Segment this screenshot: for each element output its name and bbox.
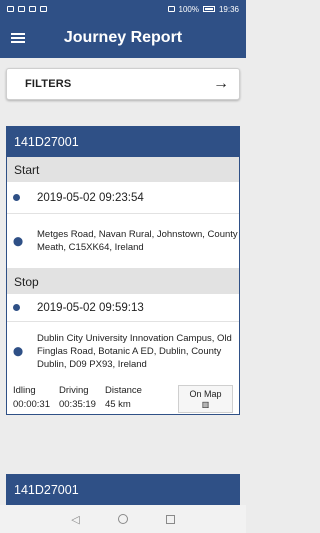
clock-icon — [13, 193, 27, 203]
journey-stats: Idling 00:00:31 Driving 00:35:19 Distanc… — [7, 380, 239, 414]
vehicle-id: 141D27001 — [7, 127, 239, 157]
location-pin-icon: ⬤ — [13, 235, 24, 246]
journey-card: 141D27001 — [6, 474, 240, 506]
wifi-icon — [18, 6, 25, 12]
idling-stat: Idling 00:00:31 — [13, 385, 50, 410]
map-icon: ▥ — [201, 400, 210, 409]
status-icons-left — [7, 6, 47, 12]
distance-stat: Distance 45 km — [105, 385, 142, 410]
hamburger-icon — [11, 33, 25, 43]
distance-label: Distance — [104, 385, 142, 396]
recent-apps-icon[interactable] — [165, 514, 175, 524]
start-heading: Start — [7, 157, 239, 182]
stop-time-row: 2019-05-02 09:59:13 — [7, 294, 239, 322]
home-icon[interactable] — [117, 514, 128, 524]
start-time-row: 2019-05-02 09:23:54 — [7, 182, 239, 214]
status-bar: 100% 19:36 — [0, 0, 246, 18]
page-title: Journey Report — [63, 29, 183, 46]
system-nav-bar: ◁ — [0, 505, 246, 533]
on-map-label: On Map — [189, 389, 222, 399]
status-icons-right: 100% 19:36 — [167, 4, 239, 14]
start-address: Metges Road, Navan Rural, Johnstown, Cou… — [37, 229, 238, 253]
idling-value: 00:00:31 — [13, 399, 50, 410]
distance-value: 45 km — [104, 399, 131, 410]
start-time: 2019-05-02 09:23:54 — [37, 191, 144, 204]
battery-icon — [202, 6, 215, 12]
stop-time: 2019-05-02 09:59:13 — [37, 301, 144, 314]
stop-heading: Stop — [7, 269, 239, 294]
back-icon[interactable]: ◁ — [71, 513, 79, 526]
status-time: 19:36 — [218, 4, 239, 14]
clock-icon — [13, 303, 27, 313]
on-map-button[interactable]: On Map ▥ — [178, 385, 233, 413]
driving-stat: Driving 00:35:19 — [59, 385, 96, 410]
driving-label: Driving — [58, 385, 89, 396]
vehicle-id: 141D27001 — [7, 475, 239, 505]
battery-percent: 100% — [178, 4, 199, 14]
app-bar: Journey Report — [0, 18, 246, 58]
arrow-right-icon: → — [213, 75, 229, 92]
idling-label: Idling — [13, 385, 36, 396]
notification-icon — [29, 6, 36, 12]
filters-label: FILTERS — [25, 78, 72, 90]
journey-card: 141D27001 Start 2019-05-02 09:23:54 ⬤ Me… — [6, 126, 240, 415]
menu-button[interactable] — [0, 18, 36, 58]
stop-address: Dublin City University Innovation Campus… — [37, 332, 232, 370]
alarm-icon — [167, 6, 175, 12]
start-address-row: ⬤ Metges Road, Navan Rural, Johnstown, C… — [7, 214, 239, 269]
driving-value: 00:35:19 — [58, 399, 96, 410]
location-pin-icon: ⬤ — [13, 345, 24, 356]
signal-icon — [7, 6, 14, 12]
stop-address-row: ⬤ Dublin City University Innovation Camp… — [7, 322, 239, 380]
notification-icon — [40, 6, 47, 12]
filters-button[interactable]: FILTERS → — [6, 68, 240, 100]
